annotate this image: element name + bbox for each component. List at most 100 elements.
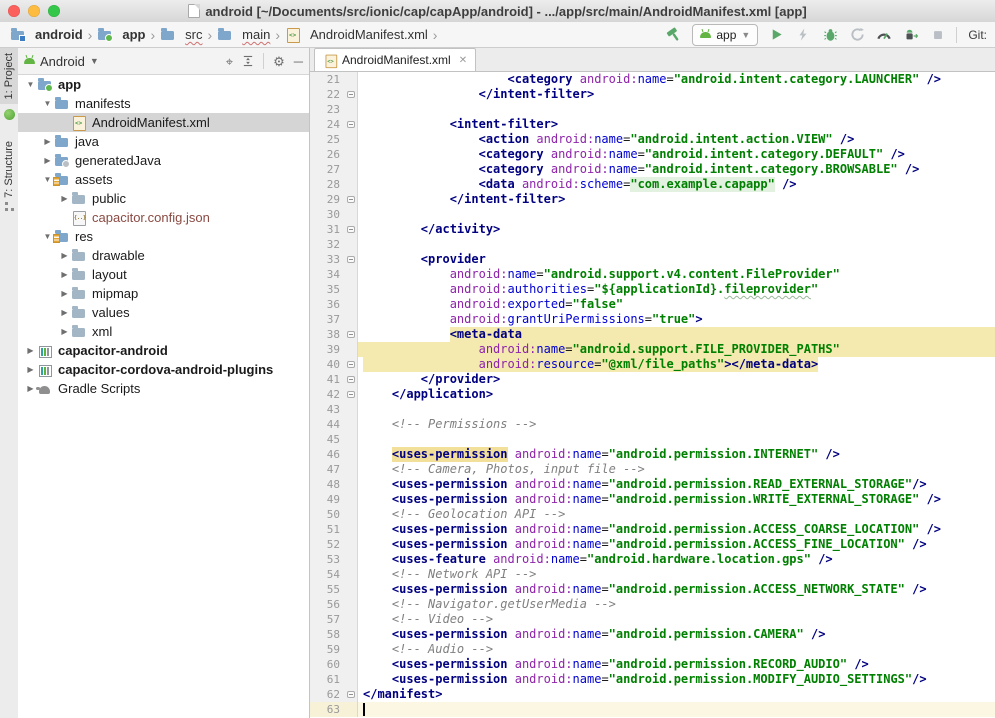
chevron-right-icon[interactable]: ▶ xyxy=(58,194,71,203)
line-number-52[interactable]: 52 xyxy=(310,537,344,552)
breadcrumb-item-app[interactable]: app xyxy=(95,27,147,43)
chevron-right-icon[interactable]: ▶ xyxy=(41,137,54,146)
code-text-41[interactable]: </provider> xyxy=(358,372,995,387)
chevron-right-icon[interactable]: ▶ xyxy=(24,365,37,374)
line-number-40[interactable]: 40 xyxy=(310,357,344,372)
code-text-32[interactable] xyxy=(358,237,995,252)
line-number-47[interactable]: 47 xyxy=(310,462,344,477)
code-text-60[interactable]: <uses-permission android:name="android.p… xyxy=(358,657,995,672)
android-tool-icon[interactable] xyxy=(4,109,15,120)
fold-marker-icon[interactable] xyxy=(347,361,355,368)
editor-tab-androidmanifest[interactable]: AndroidManifest.xml ✕ xyxy=(314,48,476,71)
line-number-62[interactable]: 62 xyxy=(310,687,344,702)
run-button[interactable] xyxy=(767,26,785,44)
chevron-right-icon[interactable]: ▶ xyxy=(58,270,71,279)
line-number-35[interactable]: 35 xyxy=(310,282,344,297)
line-number-27[interactable]: 27 xyxy=(310,162,344,177)
code-text-40[interactable]: android:resource="@xml/file_paths"></met… xyxy=(358,357,995,372)
line-number-25[interactable]: 25 xyxy=(310,132,344,147)
code-text-24[interactable]: <intent-filter> xyxy=(358,117,995,132)
line-number-59[interactable]: 59 xyxy=(310,642,344,657)
line-number-50[interactable]: 50 xyxy=(310,507,344,522)
fold-marker-icon[interactable] xyxy=(347,376,355,383)
tree-item-layout[interactable]: ▶layout xyxy=(18,265,309,284)
line-number-61[interactable]: 61 xyxy=(310,672,344,687)
code-text-44[interactable]: <!-- Permissions --> xyxy=(358,417,995,432)
tool-window-tab-project[interactable]: 1: Project xyxy=(0,48,18,104)
code-text-52[interactable]: <uses-permission android:name="android.p… xyxy=(358,537,995,552)
code-text-56[interactable]: <!-- Navigator.getUserMedia --> xyxy=(358,597,995,612)
tree-item-app[interactable]: ▼app xyxy=(18,75,309,94)
settings-gear-icon[interactable]: ⚙ xyxy=(273,55,285,68)
code-text-28[interactable]: <data android:scheme="com.example.capapp… xyxy=(358,177,995,192)
code-text-55[interactable]: <uses-permission android:name="android.p… xyxy=(358,582,995,597)
code-text-25[interactable]: <action android:name="android.intent.act… xyxy=(358,132,995,147)
chevron-down-icon[interactable]: ▼ xyxy=(41,99,54,108)
code-text-36[interactable]: android:exported="false" xyxy=(358,297,995,312)
line-number-48[interactable]: 48 xyxy=(310,477,344,492)
code-text-29[interactable]: </intent-filter> xyxy=(358,192,995,207)
fold-marker-icon[interactable] xyxy=(347,331,355,338)
line-number-46[interactable]: 46 xyxy=(310,447,344,462)
tree-item-java[interactable]: ▶java xyxy=(18,132,309,151)
rerun-gray-icon[interactable] xyxy=(848,26,866,44)
tool-window-tab-structure[interactable]: 7: Structure xyxy=(0,136,18,218)
code-text-34[interactable]: android:name="android.support.v4.content… xyxy=(358,267,995,282)
chevron-right-icon[interactable]: ▶ xyxy=(58,251,71,260)
line-number-24[interactable]: 24 xyxy=(310,117,344,132)
line-number-37[interactable]: 37 xyxy=(310,312,344,327)
code-text-50[interactable]: <!-- Geolocation API --> xyxy=(358,507,995,522)
line-number-51[interactable]: 51 xyxy=(310,522,344,537)
code-text-43[interactable] xyxy=(358,402,995,417)
line-number-49[interactable]: 49 xyxy=(310,492,344,507)
tree-item-manifests[interactable]: ▼manifests xyxy=(18,94,309,113)
line-number-30[interactable]: 30 xyxy=(310,207,344,222)
line-number-57[interactable]: 57 xyxy=(310,612,344,627)
tree-item-xml[interactable]: ▶xml xyxy=(18,322,309,341)
line-number-58[interactable]: 58 xyxy=(310,627,344,642)
line-number-34[interactable]: 34 xyxy=(310,267,344,282)
chevron-down-icon[interactable]: ▼ xyxy=(24,80,37,89)
tree-item-assets[interactable]: ▼assets xyxy=(18,170,309,189)
tree-item-gradle-scripts[interactable]: ▶Gradle Scripts xyxy=(18,379,309,398)
line-number-60[interactable]: 60 xyxy=(310,657,344,672)
breadcrumb-item-src[interactable]: src xyxy=(158,27,204,43)
breadcrumb-item-androidmanifest-xml[interactable]: AndroidManifest.xml xyxy=(283,27,430,43)
fold-marker-icon[interactable] xyxy=(347,691,355,698)
code-text-45[interactable] xyxy=(358,432,995,447)
breadcrumb-item-main[interactable]: main xyxy=(215,27,272,43)
line-number-43[interactable]: 43 xyxy=(310,402,344,417)
line-number-29[interactable]: 29 xyxy=(310,192,344,207)
debug-bug-icon[interactable] xyxy=(821,26,839,44)
line-number-42[interactable]: 42 xyxy=(310,387,344,402)
project-view-selector[interactable]: Android xyxy=(40,54,85,69)
line-number-45[interactable]: 45 xyxy=(310,432,344,447)
build-hammer-icon[interactable] xyxy=(665,26,683,44)
line-number-28[interactable]: 28 xyxy=(310,177,344,192)
tree-item-mipmap[interactable]: ▶mipmap xyxy=(18,284,309,303)
tree-item-public[interactable]: ▶public xyxy=(18,189,309,208)
code-text-62[interactable]: </manifest> xyxy=(358,687,995,702)
code-text-23[interactable] xyxy=(358,102,995,117)
fold-marker-icon[interactable] xyxy=(347,256,355,263)
code-text-35[interactable]: android:authorities="${applicationId}.fi… xyxy=(358,282,995,297)
code-text-31[interactable]: </activity> xyxy=(358,222,995,237)
code-text-38[interactable]: <meta-data xyxy=(358,327,995,342)
tree-item-drawable[interactable]: ▶drawable xyxy=(18,246,309,265)
line-number-63[interactable]: 63 xyxy=(310,702,344,717)
fold-marker-icon[interactable] xyxy=(347,391,355,398)
code-text-30[interactable] xyxy=(358,207,995,222)
code-text-39[interactable]: android:name="android.support.FILE_PROVI… xyxy=(358,342,995,357)
fold-marker-icon[interactable] xyxy=(347,121,355,128)
line-number-39[interactable]: 39 xyxy=(310,342,344,357)
locate-target-icon[interactable]: ⌖ xyxy=(226,55,233,68)
tree-item-capacitor-config-json[interactable]: capacitor.config.json xyxy=(18,208,309,227)
fold-marker-icon[interactable] xyxy=(347,196,355,203)
line-number-31[interactable]: 31 xyxy=(310,222,344,237)
line-number-56[interactable]: 56 xyxy=(310,597,344,612)
code-text-26[interactable]: <category android:name="android.intent.c… xyxy=(358,147,995,162)
line-number-23[interactable]: 23 xyxy=(310,102,344,117)
apply-changes-lightning-icon[interactable] xyxy=(794,26,812,44)
code-text-27[interactable]: <category android:name="android.intent.c… xyxy=(358,162,995,177)
close-tab-icon[interactable]: ✕ xyxy=(459,55,467,66)
